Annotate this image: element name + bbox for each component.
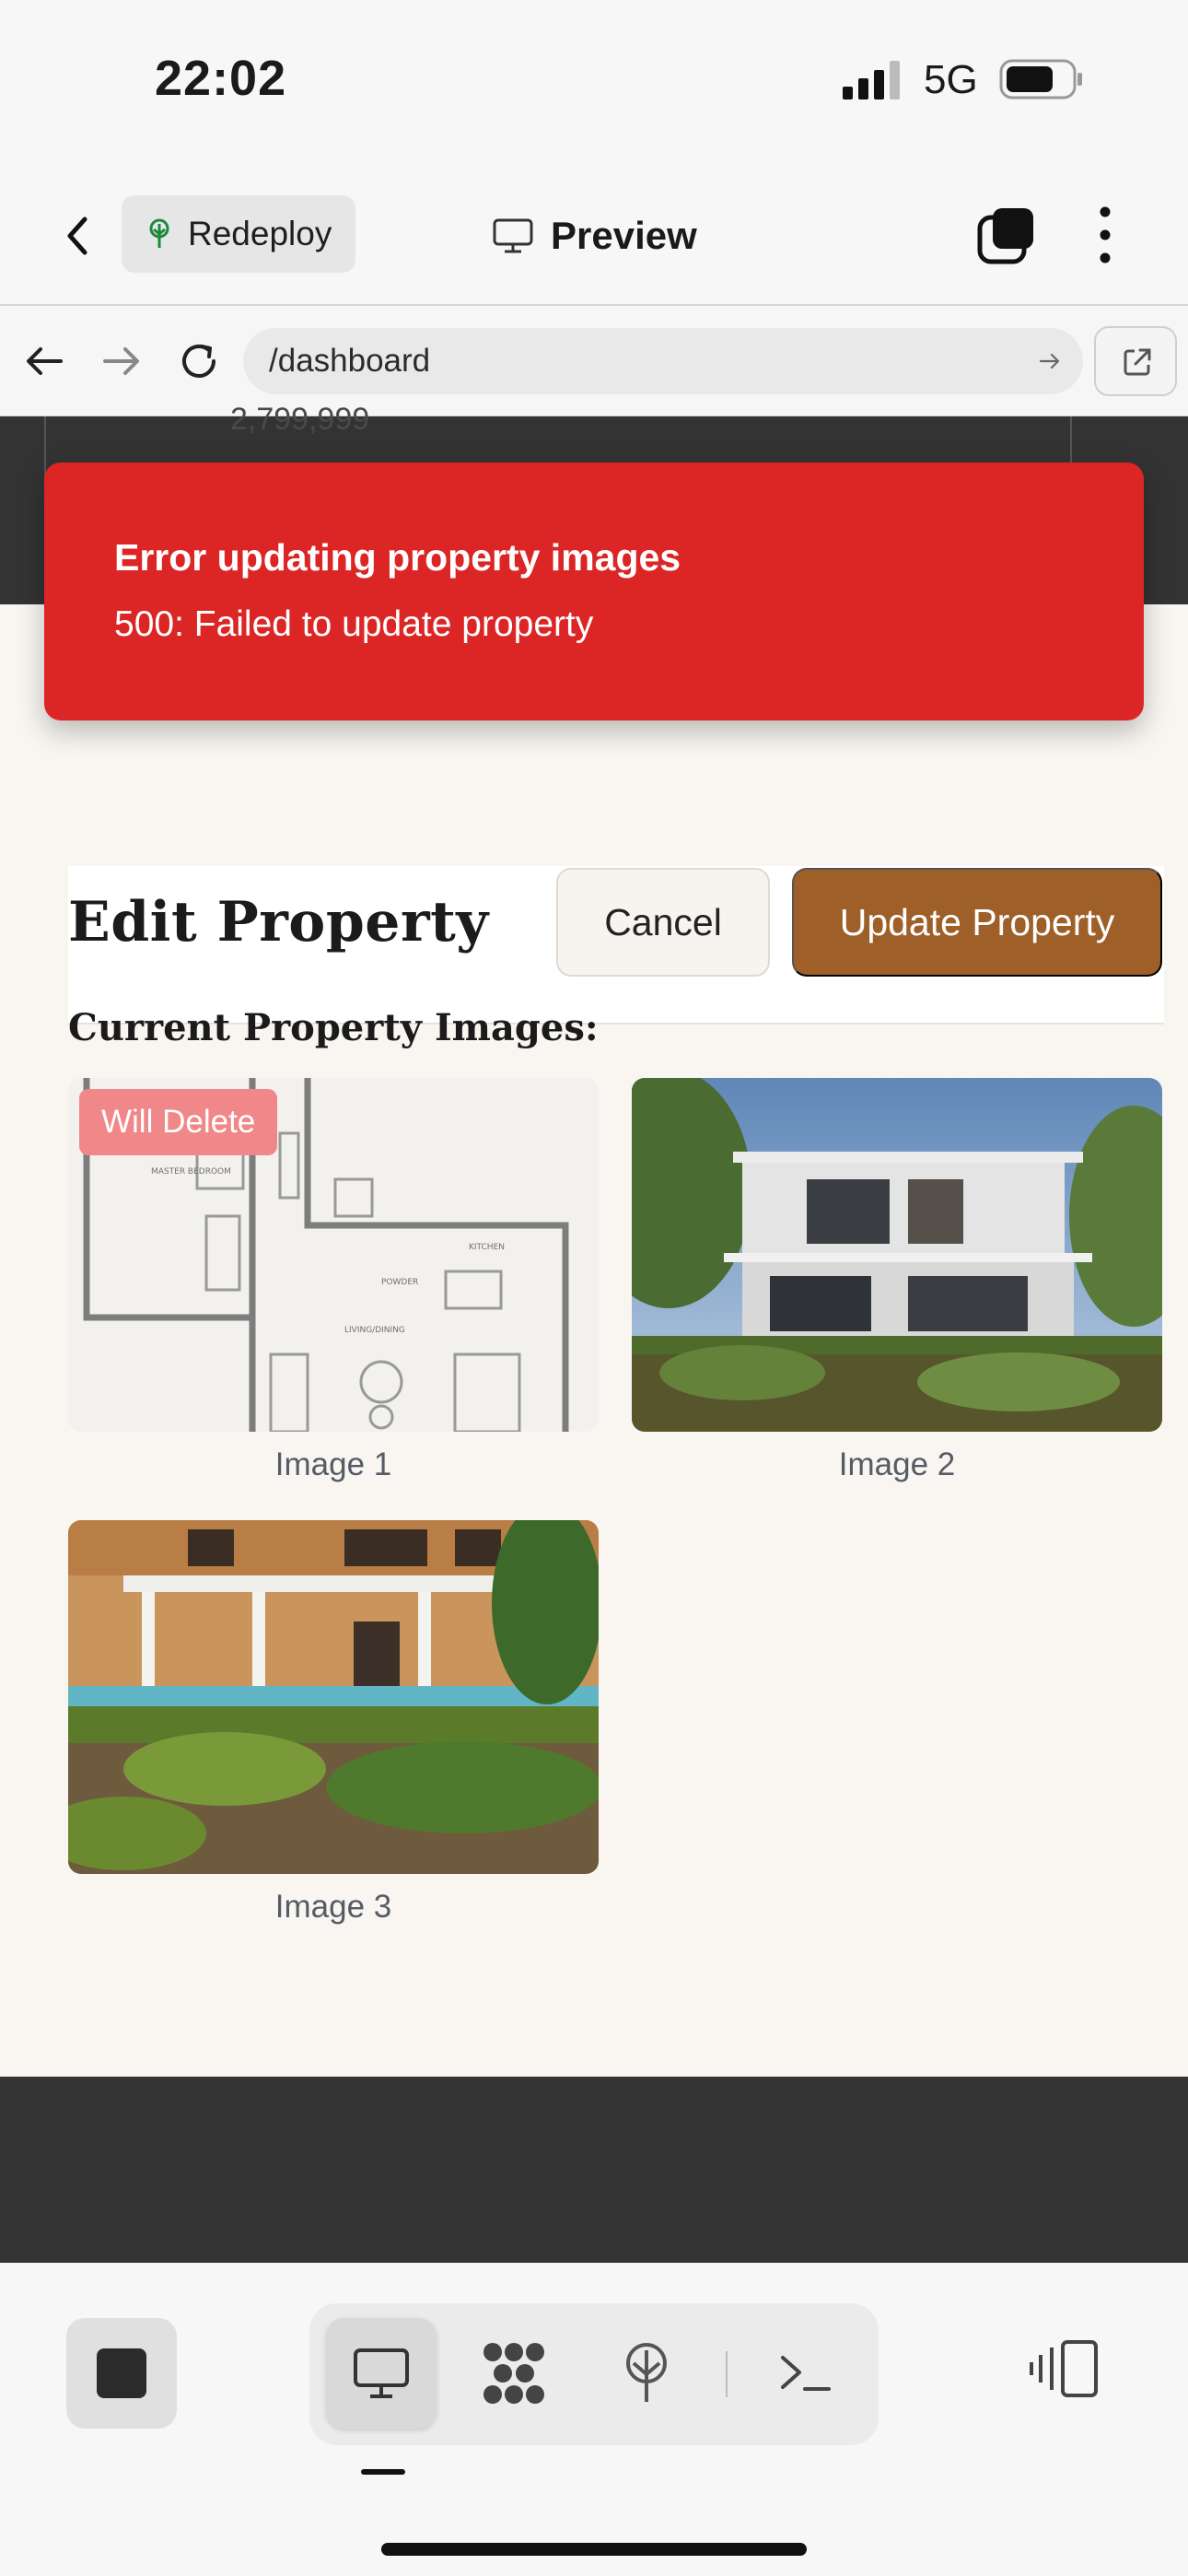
section-heading: Current Property Images: [68, 1006, 599, 1049]
monitor-icon [354, 2348, 409, 2398]
modal-backdrop-bottom [0, 2077, 1188, 2263]
toolbar-divider [726, 2351, 728, 2397]
external-link-icon [1124, 348, 1151, 376]
redeploy-tree-icon [626, 2343, 667, 2402]
active-tab-indicator [361, 2469, 405, 2475]
home-indicator [381, 2543, 807, 2556]
go-arrow-icon[interactable] [1039, 350, 1061, 372]
will-delete-badge: Will Delete [79, 1089, 278, 1155]
status-time: 22:02 [155, 51, 287, 106]
redeploy-label: Redeploy [188, 215, 332, 252]
update-property-button[interactable]: Update Property [792, 868, 1162, 977]
app-header: Redeploy Preview [0, 166, 1188, 306]
image-caption-3: Image 3 [274, 1889, 392, 1925]
cancel-button[interactable]: Cancel [556, 868, 770, 977]
status-bar: 22:02 5G [0, 0, 1188, 166]
kebab-icon[interactable] [1087, 203, 1124, 267]
stop-icon [97, 2348, 146, 2398]
redeploy-tree-icon [149, 218, 169, 248]
reload-icon[interactable] [175, 337, 223, 385]
browser-bar: /dashboard [0, 306, 1188, 416]
url-input[interactable]: /dashboard [243, 328, 1083, 394]
background-price: 2,799,999 [230, 402, 370, 437]
preview-label: Preview [551, 214, 697, 257]
tool-group [309, 2303, 879, 2445]
arrow-left-icon[interactable] [20, 337, 68, 385]
network-label: 5G [924, 57, 978, 102]
signal-icon [843, 61, 900, 100]
tabs-icon[interactable] [976, 205, 1037, 265]
open-external-button[interactable] [1094, 326, 1177, 396]
toast-title: Error updating property images [114, 536, 681, 579]
redeploy-button[interactable]: Redeploy [122, 195, 355, 273]
monitor-icon [493, 218, 533, 253]
grid-icon [483, 2343, 544, 2404]
preview-toggle[interactable]: Preview [492, 206, 697, 265]
panel-icon[interactable] [1028, 2336, 1101, 2401]
image-caption-1: Image 1 [274, 1446, 392, 1482]
svg-text:POWDER: POWDER [381, 1278, 418, 1287]
arrow-right-icon[interactable] [98, 337, 146, 385]
property-image-1[interactable]: MASTER BEDROOM KITCHEN LIVING/DINING POW… [68, 1078, 599, 1432]
property-image-3[interactable] [68, 1520, 599, 1874]
stop-button[interactable] [66, 2318, 177, 2429]
terminal-icon [781, 2356, 831, 2391]
bottom-toolbar [0, 2263, 1188, 2576]
shell-tab[interactable] [750, 2318, 860, 2429]
villa-garden-pool-image [68, 1520, 599, 1874]
edit-header: Edit Property Cancel Update Property [68, 866, 1164, 1025]
workspace-tab[interactable] [459, 2318, 569, 2429]
deploy-tab[interactable] [591, 2318, 702, 2429]
toast-message: 500: Failed to update property [114, 604, 594, 644]
modern-villa-image [632, 1078, 1162, 1432]
property-image-2[interactable] [632, 1078, 1162, 1432]
error-toast[interactable]: Error updating property images 500: Fail… [44, 463, 1144, 720]
page-title: Edit Property [68, 890, 489, 954]
svg-text:KITCHEN: KITCHEN [469, 1243, 505, 1252]
svg-text:MASTER BEDROOM: MASTER BEDROOM [151, 1167, 231, 1177]
chevron-left-icon[interactable] [55, 208, 101, 263]
preview-tab[interactable] [326, 2318, 437, 2429]
battery-icon [999, 59, 1082, 100]
url-text: /dashboard [269, 343, 431, 379]
image-caption-2: Image 2 [838, 1446, 956, 1482]
svg-text:LIVING/DINING: LIVING/DINING [344, 1326, 405, 1335]
